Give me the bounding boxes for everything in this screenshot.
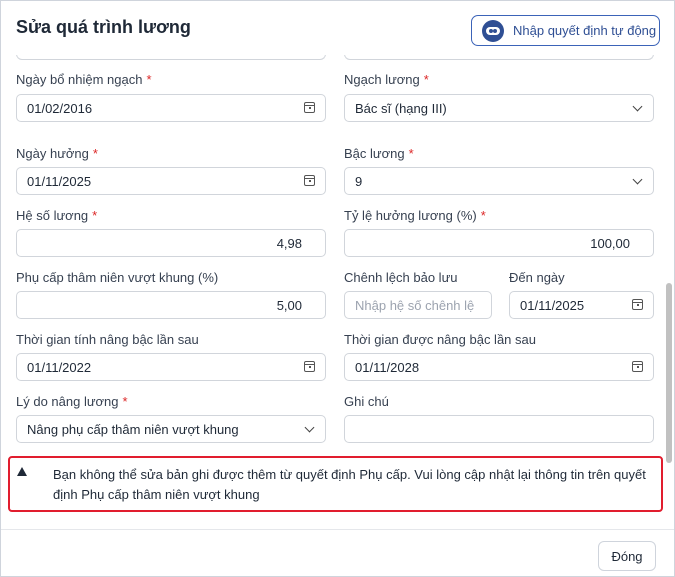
salary-grade-select[interactable]: Bác sĩ (hạng III) xyxy=(344,94,654,122)
dialog-footer: Đóng xyxy=(1,529,674,576)
warning-icon xyxy=(17,467,27,476)
cut-off-field-right xyxy=(344,55,654,60)
appointment-date-label: Ngày bổ nhiệm ngạch * xyxy=(16,72,152,87)
warning-alert: Bạn không thể sửa bản ghi được thêm từ q… xyxy=(8,456,663,512)
calendar-icon[interactable] xyxy=(632,299,643,310)
warning-message: Bạn không thể sửa bản ghi được thêm từ q… xyxy=(53,467,646,502)
next-raise-calc-label: Thời gian tính nâng bậc lần sau xyxy=(16,332,199,347)
next-raise-label: Thời gian được nâng bậc lần sau xyxy=(344,332,536,347)
edit-salary-dialog: Sửa quá trình lương Nhập quyết định tự đ… xyxy=(0,0,675,577)
chevron-down-icon xyxy=(632,174,643,185)
calendar-icon[interactable] xyxy=(304,102,315,113)
benefit-rate-label: Tỷ lệ hưởng lương (%) * xyxy=(344,208,486,223)
dialog-header: Sửa quá trình lương Nhập quyết định tự đ… xyxy=(1,1,674,55)
scrollbar-thumb[interactable] xyxy=(666,283,672,463)
calendar-icon[interactable] xyxy=(304,361,315,372)
benefit-rate-input[interactable]: 100,00 xyxy=(344,229,654,257)
chevron-down-icon xyxy=(304,422,315,433)
auto-import-label: Nhập quyết định tự động xyxy=(513,23,657,38)
reserved-difference-input[interactable]: Nhập hệ số chênh lệ xyxy=(344,291,492,319)
seniority-allowance-label: Phụ cấp thâm niên vượt khung (%) xyxy=(16,270,219,285)
seniority-allowance-input[interactable]: 5,00 xyxy=(16,291,326,319)
raise-reason-label: Lý do nâng lương * xyxy=(16,394,128,409)
effective-date-label: Ngày hưởng * xyxy=(16,146,98,161)
calendar-icon[interactable] xyxy=(304,175,315,186)
salary-step-select[interactable]: 9 xyxy=(344,167,654,195)
salary-step-label: Bậc lương * xyxy=(344,146,414,161)
next-raise-input[interactable]: 01/11/2028 xyxy=(344,353,654,381)
raise-reason-select[interactable]: Nâng phụ cấp thâm niên vượt khung xyxy=(16,415,326,443)
form-scroll-area[interactable]: Ngày bổ nhiệm ngạch * 01/02/2016 Ngạch lư… xyxy=(1,55,674,525)
auto-import-decision-button[interactable]: Nhập quyết định tự động xyxy=(471,15,660,46)
appointment-date-input[interactable]: 01/02/2016 xyxy=(16,94,326,122)
close-button[interactable]: Đóng xyxy=(598,541,656,571)
effective-date-input[interactable]: 01/11/2025 xyxy=(16,167,326,195)
chevron-down-icon xyxy=(632,101,643,112)
until-date-label: Đến ngày xyxy=(509,270,565,285)
reserved-difference-label: Chênh lệch bảo lưu xyxy=(344,270,458,285)
robot-icon xyxy=(482,19,504,42)
until-date-input[interactable]: 01/11/2025 xyxy=(509,291,654,319)
note-label: Ghi chú xyxy=(344,394,389,409)
salary-grade-label: Ngạch lương * xyxy=(344,72,429,87)
cut-off-field-left xyxy=(16,55,326,60)
calendar-icon[interactable] xyxy=(632,361,643,372)
dialog-title: Sửa quá trình lương xyxy=(16,17,191,37)
next-raise-calc-input[interactable]: 01/11/2022 xyxy=(16,353,326,381)
coefficient-label: Hệ số lương * xyxy=(16,208,98,223)
coefficient-input[interactable]: 4,98 xyxy=(16,229,326,257)
note-input[interactable] xyxy=(344,415,654,443)
